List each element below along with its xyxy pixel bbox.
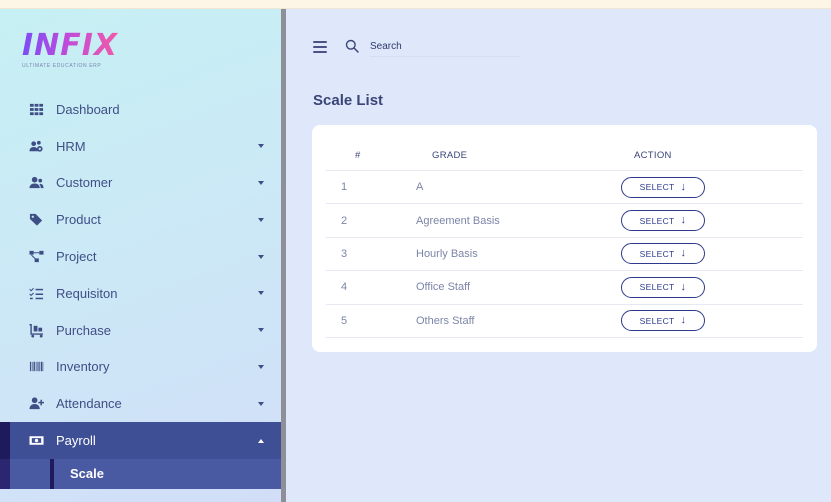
table-row: 5 Others Staff SELECT ↓ [326, 305, 803, 338]
sidebar-item-customer[interactable]: Customer [0, 165, 281, 202]
sidebar-item-label: HRM [56, 138, 86, 154]
row-number: 4 [341, 281, 348, 294]
sidebar-item-project[interactable]: Project [0, 238, 281, 275]
arrow-down-icon: ↓ [680, 280, 687, 293]
table-row: 2 Agreement Basis SELECT ↓ [326, 204, 803, 238]
select-button-label: SELECT [639, 215, 675, 226]
money-bill-icon [28, 433, 44, 449]
select-dropdown-button[interactable]: SELECT ↓ [621, 176, 705, 198]
row-grade: Agreement Basis [416, 214, 500, 227]
sidebar-item-label: Dashboard [56, 101, 120, 117]
user-plus-icon [28, 396, 44, 412]
sidebar-item-label: Purchase [56, 322, 111, 338]
sidebar-item-dashboard[interactable]: Dashboard [0, 91, 281, 128]
row-number: 3 [341, 247, 348, 260]
sidebar-item-label: Attendance [56, 396, 122, 412]
table-row: 1 A SELECT ↓ [326, 171, 803, 205]
sidebar-item-label: Requisiton [56, 285, 118, 301]
brand-name: INFIX [22, 28, 119, 63]
row-number: 5 [341, 314, 348, 327]
sidebar-item-inventory[interactable]: Inventory [0, 349, 281, 386]
sidebar: INFIX ULTIMATE EDUCATION ERP Dashboard H… [0, 9, 281, 502]
sidebar-item-requisiton[interactable]: Requisiton [0, 275, 281, 312]
brand-logo[interactable]: INFIX ULTIMATE EDUCATION ERP [22, 28, 119, 70]
scale-table: # GRADE ACTION 1 A SELECT ↓ 2 Agreement B… [326, 141, 803, 338]
main-content: Scale List # GRADE ACTION 1 A SELECT ↓ 2 … [286, 9, 831, 502]
column-header-number[interactable]: # [326, 150, 416, 161]
users-gear-icon [28, 138, 44, 154]
chevron-down-icon [258, 291, 264, 296]
sidebar-subitem-scale[interactable]: Scale [0, 458, 281, 489]
chevron-down-icon [258, 364, 264, 369]
select-button-label: SELECT [639, 182, 675, 193]
scale-list-card: # GRADE ACTION 1 A SELECT ↓ 2 Agreement B… [312, 125, 817, 352]
checklist-icon [28, 285, 44, 301]
grid-icon [28, 101, 44, 117]
hamburger-menu-icon[interactable] [313, 41, 327, 53]
search-input[interactable] [370, 37, 520, 57]
row-number: 2 [341, 214, 348, 227]
select-dropdown-button[interactable]: SELECT ↓ [621, 210, 705, 232]
row-grade: Hourly Basis [416, 247, 478, 260]
sidebar-nav: Dashboard HRM Customer Product Project R… [0, 91, 281, 489]
select-button-label: SELECT [639, 248, 675, 259]
brand-tagline: ULTIMATE EDUCATION ERP [22, 63, 102, 69]
arrow-down-icon: ↓ [680, 180, 687, 193]
column-header-action[interactable]: ACTION [621, 150, 803, 161]
chevron-down-icon [258, 328, 264, 333]
sidebar-item-label: Customer [56, 175, 113, 191]
sidebar-item-label: Payroll [56, 433, 96, 449]
select-dropdown-button[interactable]: SELECT ↓ [621, 310, 705, 332]
chevron-down-icon [258, 180, 264, 185]
search-icon[interactable] [345, 39, 359, 53]
table-row: 3 Hourly Basis SELECT ↓ [326, 238, 803, 272]
user-group-icon [28, 175, 44, 191]
row-grade: Others Staff [416, 314, 475, 327]
arrow-down-icon: ↓ [680, 247, 687, 260]
chevron-down-icon [258, 401, 264, 406]
chevron-up-icon [258, 438, 264, 443]
sidebar-item-attendance[interactable]: Attendance [0, 385, 281, 422]
sidebar-item-label: Project [56, 249, 97, 265]
sidebar-item-payroll[interactable]: Payroll [0, 422, 281, 459]
select-button-label: SELECT [639, 282, 675, 293]
row-grade: Office Staff [416, 281, 471, 294]
sidebar-item-label: Inventory [56, 359, 110, 375]
sidebar-item-purchase[interactable]: Purchase [0, 312, 281, 349]
sidebar-item-product[interactable]: Product [0, 201, 281, 238]
tags-icon [28, 212, 44, 228]
arrow-down-icon: ↓ [680, 214, 687, 227]
top-strip [0, 0, 831, 9]
select-dropdown-button[interactable]: SELECT ↓ [621, 276, 705, 298]
row-grade: A [416, 181, 424, 194]
table-row: 4 Office Staff SELECT ↓ [326, 271, 803, 305]
arrow-down-icon: ↓ [680, 314, 687, 327]
sidebar-item-label: Product [56, 212, 101, 228]
table-header: # GRADE ACTION [326, 141, 803, 171]
row-number: 1 [341, 181, 348, 194]
page-title: Scale List [313, 92, 384, 109]
column-header-grade[interactable]: GRADE [416, 150, 621, 161]
select-button-label: SELECT [639, 315, 675, 326]
select-dropdown-button[interactable]: SELECT ↓ [621, 243, 705, 265]
sidebar-item-hrm[interactable]: HRM [0, 128, 281, 165]
chevron-down-icon [258, 254, 264, 259]
barcode-icon [28, 359, 44, 375]
chevron-down-icon [258, 217, 264, 222]
chevron-down-icon [258, 144, 264, 149]
project-diagram-icon [28, 249, 44, 265]
sidebar-subitem-label: Scale [70, 466, 104, 482]
cart-flatbed-icon [28, 322, 44, 338]
